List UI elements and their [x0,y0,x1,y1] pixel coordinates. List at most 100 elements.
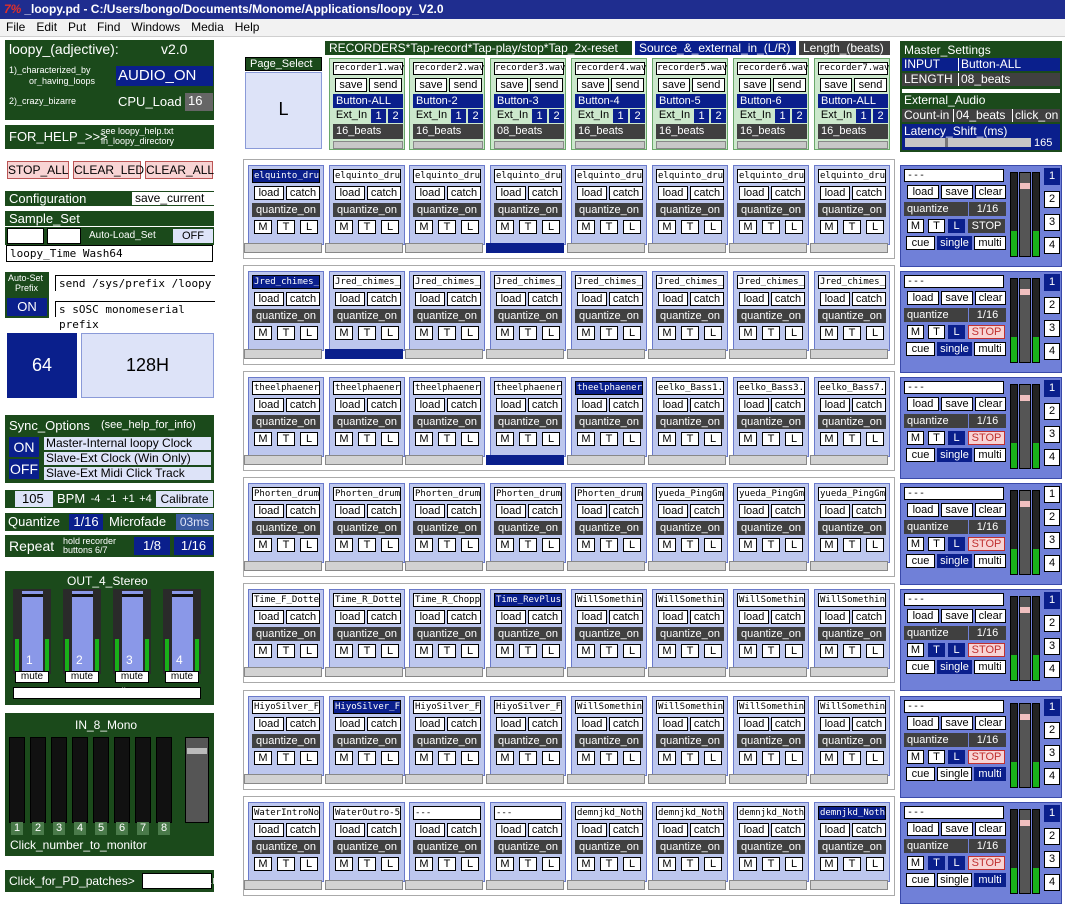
volume-handle[interactable] [1020,714,1030,720]
bpm-plus-4-button[interactable]: +4 [138,491,153,507]
recorder-save-button[interactable]: save [658,78,690,92]
loop-load-button[interactable]: load [739,823,769,837]
recorder-length[interactable]: 16_beats [575,124,645,139]
loop-trigger-button[interactable]: T [681,857,699,871]
loop-catch-button[interactable]: catch [528,823,562,837]
loop-loop-button[interactable]: L [300,326,318,340]
loop-sample-name[interactable]: WillSomething [818,700,886,714]
loop-sample-name[interactable]: Jred_chimes_R [656,275,724,289]
row-single-button[interactable]: single [937,660,972,674]
loop-mute-button[interactable]: M [577,751,595,765]
loop-mute-button[interactable]: M [820,432,838,446]
row-clear-button[interactable]: clear [975,503,1006,517]
row-track-4-button[interactable]: 4 [1044,343,1060,360]
loop-trigger-button[interactable]: T [600,538,618,552]
loop-quantize-toggle[interactable]: quantize_on [333,309,401,323]
menu-file[interactable]: File [6,20,25,34]
loop-trigger-button[interactable]: T [762,432,780,446]
loop-quantize-toggle[interactable]: quantize_on [494,734,562,748]
loop-mute-button[interactable]: M [658,432,676,446]
loop-mute-button[interactable]: M [496,432,514,446]
loop-sample-name[interactable]: elquinto_drum [818,169,886,183]
loop-quantize-toggle[interactable]: quantize_on [656,840,724,854]
loop-mute-button[interactable]: M [415,644,433,658]
loop-trigger-button[interactable]: T [358,432,376,446]
loop-catch-button[interactable]: catch [690,186,724,200]
recorder-send-button[interactable]: send [530,78,563,92]
row-track-1-button[interactable]: 1 [1044,274,1060,291]
row-stop-button[interactable]: STOP [968,431,1005,445]
out-channel-number[interactable]: 1 [26,653,33,667]
loop-load-button[interactable]: load [415,823,445,837]
row-track-3-button[interactable]: 3 [1044,745,1060,762]
row-multi-button[interactable]: multi [974,873,1006,887]
loop-loop-button[interactable]: L [461,326,479,340]
row-track-3-button[interactable]: 3 [1044,532,1060,549]
loop-load-button[interactable]: load [335,504,365,518]
loop-load-button[interactable]: load [820,292,850,306]
loop-sample-name[interactable]: elquinto_drum [252,169,320,183]
row-mute-button[interactable]: M [907,750,924,764]
recorder-ext-in-2[interactable]: 2 [873,109,888,123]
loop-load-button[interactable]: load [820,610,850,624]
loop-quantize-toggle[interactable]: quantize_on [737,203,805,217]
recorder-source[interactable]: Button-3 [494,94,564,108]
out-channel-number[interactable]: 4 [176,653,183,667]
loop-sample-name[interactable]: WillSomething [656,593,724,607]
loop-trigger-button[interactable]: T [681,220,699,234]
row-track-4-button[interactable]: 4 [1044,555,1060,572]
loop-loop-button[interactable]: L [300,220,318,234]
loop-loop-button[interactable]: L [704,326,722,340]
loop-sample-name[interactable]: elquinto_drum [656,169,724,183]
out-volume-handle[interactable] [172,594,193,597]
loop-quantize-toggle[interactable]: quantize_on [575,521,643,535]
loop-load-button[interactable]: load [496,717,526,731]
recorder-save-button[interactable]: save [335,78,367,92]
row-volume-slider[interactable] [1019,703,1031,788]
loop-load-button[interactable]: load [254,610,284,624]
loop-load-button[interactable]: load [577,610,607,624]
latency-shift-handle[interactable] [945,138,948,147]
loop-mute-button[interactable]: M [577,644,595,658]
loop-load-button[interactable]: load [415,504,445,518]
loop-loop-button[interactable]: L [542,326,560,340]
volume-handle[interactable] [1020,820,1030,826]
loop-catch-button[interactable]: catch [367,186,401,200]
row-preset-name[interactable]: --- [904,169,1004,182]
recorder-ext-in-2[interactable]: 2 [630,109,645,123]
row-load-button[interactable]: load [907,185,939,199]
loop-trigger-button[interactable]: T [600,857,618,871]
row-stop-button[interactable]: STOP [968,856,1005,870]
loop-mute-button[interactable]: M [335,538,353,552]
loop-load-button[interactable]: load [820,717,850,731]
recorder-ext-in-2[interactable]: 2 [549,109,564,123]
row-save-button[interactable]: save [941,291,973,305]
loop-load-button[interactable]: load [496,504,526,518]
calibrate-button[interactable]: Calibrate [156,491,213,507]
loop-mute-button[interactable]: M [739,857,757,871]
loop-quantize-toggle[interactable]: quantize_on [333,415,401,429]
row-cue-button[interactable]: cue [906,660,935,674]
loop-loop-button[interactable]: L [785,220,803,234]
row-track-1-button[interactable]: 1 [1044,699,1060,716]
loop-loop-button[interactable]: L [623,644,641,658]
row-track-2-button[interactable]: 2 [1044,509,1060,526]
loop-trigger-button[interactable]: T [438,326,456,340]
loop-quantize-toggle[interactable]: quantize_on [413,840,481,854]
loop-catch-button[interactable]: catch [286,823,320,837]
loop-load-button[interactable]: load [658,186,688,200]
loop-sample-name[interactable]: demnjkd_Nothi [818,806,886,820]
row-track-3-button[interactable]: 3 [1044,638,1060,655]
loop-sample-name[interactable]: theelphaenerd_ [494,381,562,395]
row-loop-button[interactable]: L [948,537,965,551]
menu-windows[interactable]: Windows [131,20,180,34]
row-track-1-button[interactable]: 1 [1044,168,1060,185]
loop-quantize-toggle[interactable]: quantize_on [737,734,805,748]
auto-set-prefix-toggle[interactable]: ON [7,298,47,316]
row-preset-name[interactable]: --- [904,487,1004,500]
loop-loop-button[interactable]: L [300,751,318,765]
row-trigger-button[interactable]: T [928,643,945,657]
loop-load-button[interactable]: load [415,398,445,412]
row-multi-button[interactable]: multi [974,342,1006,356]
out-volume-handle[interactable] [122,594,143,597]
